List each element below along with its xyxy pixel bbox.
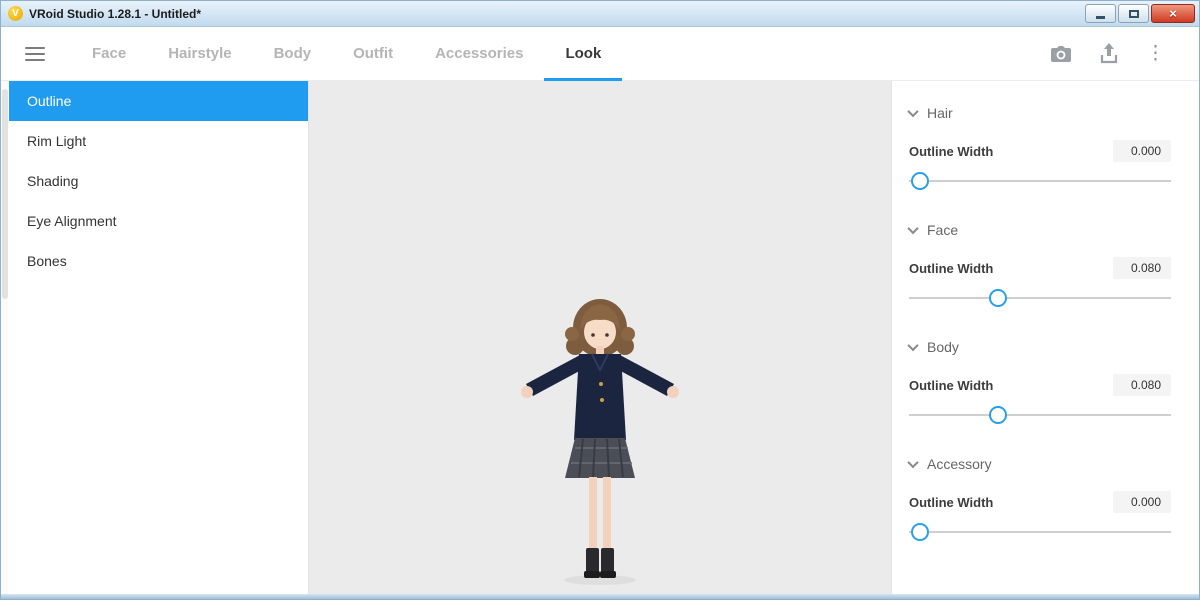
chevron-down-icon bbox=[907, 457, 918, 468]
main-area: Outline Rim Light Shading Eye Alignment … bbox=[1, 81, 1199, 594]
minimize-icon bbox=[1096, 16, 1105, 19]
chevron-down-icon bbox=[907, 340, 918, 351]
outline-width-label: Outline Width bbox=[909, 495, 993, 510]
kebab-menu-icon[interactable]: ⋮ bbox=[1146, 44, 1165, 63]
scrollbar-thumb[interactable] bbox=[2, 89, 8, 299]
accessory-outline-width-value[interactable]: 0.000 bbox=[1113, 491, 1171, 513]
close-icon: × bbox=[1169, 7, 1177, 20]
section-hair-header[interactable]: Hair bbox=[909, 98, 1171, 128]
export-icon[interactable] bbox=[1100, 43, 1118, 64]
tab-bar: Face Hairstyle Body Outfit Accessories L… bbox=[71, 27, 622, 81]
section-accessory-header[interactable]: Accessory bbox=[909, 449, 1171, 479]
window-title: VRoid Studio 1.28.1 - Untitled* bbox=[29, 7, 1083, 21]
maximize-button[interactable] bbox=[1118, 4, 1149, 23]
tab-accessories[interactable]: Accessories bbox=[414, 27, 544, 81]
tab-hairstyle[interactable]: Hairstyle bbox=[147, 27, 252, 81]
tab-outfit[interactable]: Outfit bbox=[332, 27, 414, 81]
face-outline-width-value[interactable]: 0.080 bbox=[1113, 257, 1171, 279]
titlebar[interactable]: V VRoid Studio 1.28.1 - Untitled* × bbox=[1, 1, 1199, 27]
hair-outline-width-value[interactable]: 0.000 bbox=[1113, 140, 1171, 162]
slider-track[interactable] bbox=[909, 180, 1171, 182]
top-navbar: Face Hairstyle Body Outfit Accessories L… bbox=[1, 27, 1199, 81]
slider-handle[interactable] bbox=[989, 406, 1007, 424]
app-window: V VRoid Studio 1.28.1 - Untitled* × Face… bbox=[0, 0, 1200, 600]
camera-icon[interactable] bbox=[1050, 45, 1072, 63]
sidebar-item-bones[interactable]: Bones bbox=[9, 241, 308, 281]
slider-track[interactable] bbox=[909, 531, 1171, 533]
tab-look[interactable]: Look bbox=[544, 27, 622, 81]
app-logo-icon: V bbox=[8, 6, 23, 21]
viewport-3d[interactable] bbox=[308, 81, 892, 594]
sidebar-item-shading[interactable]: Shading bbox=[9, 161, 308, 201]
window-bottom-border bbox=[1, 594, 1199, 599]
slider-handle[interactable] bbox=[989, 289, 1007, 307]
settings-panel: Hair Outline Width 0.000 Face Outline Wi bbox=[892, 81, 1199, 594]
section-title: Accessory bbox=[927, 456, 992, 472]
outline-width-label: Outline Width bbox=[909, 261, 993, 276]
chevron-down-icon bbox=[907, 106, 918, 117]
section-body-header[interactable]: Body bbox=[909, 332, 1171, 362]
section-title: Body bbox=[927, 339, 959, 355]
character-model bbox=[475, 288, 725, 588]
section-title: Hair bbox=[927, 105, 953, 121]
slider-track[interactable] bbox=[909, 414, 1171, 416]
tab-body[interactable]: Body bbox=[253, 27, 333, 81]
sidebar: Outline Rim Light Shading Eye Alignment … bbox=[1, 81, 308, 594]
slider-handle[interactable] bbox=[911, 172, 929, 190]
section-face-header[interactable]: Face bbox=[909, 215, 1171, 245]
slider-track[interactable] bbox=[909, 297, 1171, 299]
section-title: Face bbox=[927, 222, 958, 238]
section-body: Body Outline Width 0.080 bbox=[909, 317, 1171, 426]
tab-face[interactable]: Face bbox=[71, 27, 147, 81]
sidebar-item-rim-light[interactable]: Rim Light bbox=[9, 121, 308, 161]
chevron-down-icon bbox=[907, 223, 918, 234]
sidebar-scrollbar[interactable] bbox=[1, 81, 9, 594]
section-hair: Hair Outline Width 0.000 bbox=[909, 83, 1171, 192]
outline-width-label: Outline Width bbox=[909, 144, 993, 159]
face-outline-width-slider[interactable] bbox=[909, 287, 1171, 309]
hair-outline-width-slider[interactable] bbox=[909, 170, 1171, 192]
body-outline-width-value[interactable]: 0.080 bbox=[1113, 374, 1171, 396]
sidebar-item-eye-alignment[interactable]: Eye Alignment bbox=[9, 201, 308, 241]
sidebar-item-outline[interactable]: Outline bbox=[9, 81, 308, 121]
accessory-outline-width-slider[interactable] bbox=[909, 521, 1171, 543]
outline-width-label: Outline Width bbox=[909, 378, 993, 393]
minimize-button[interactable] bbox=[1085, 4, 1116, 23]
body-outline-width-slider[interactable] bbox=[909, 404, 1171, 426]
close-button[interactable]: × bbox=[1151, 4, 1195, 23]
maximize-icon bbox=[1129, 10, 1139, 18]
hamburger-menu-icon[interactable] bbox=[25, 47, 45, 61]
section-accessory: Accessory Outline Width 0.000 bbox=[909, 434, 1171, 543]
section-face: Face Outline Width 0.080 bbox=[909, 200, 1171, 309]
slider-handle[interactable] bbox=[911, 523, 929, 541]
